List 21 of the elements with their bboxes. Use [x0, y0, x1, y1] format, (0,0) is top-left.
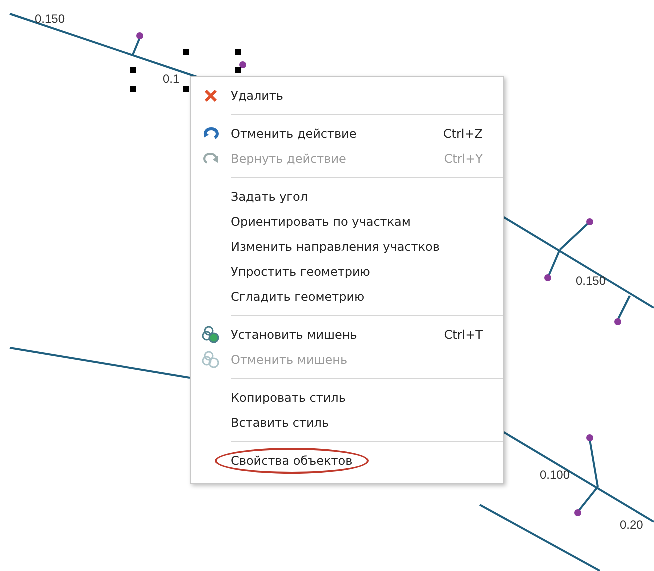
menu-item[interactable]: Упростить геометрию — [191, 259, 503, 284]
menu-item[interactable]: Копировать стиль — [191, 385, 503, 410]
target-icon — [202, 350, 220, 368]
dimension-label: 0.1 — [163, 72, 180, 86]
redo-icon — [203, 150, 219, 166]
dimension-label: 0.100 — [540, 468, 570, 482]
close-icon — [203, 88, 219, 104]
menu-item[interactable]: Удалить — [191, 83, 503, 108]
menu-item[interactable]: Ориентировать по участкам — [191, 209, 503, 234]
menu-item[interactable]: Вставить стиль — [191, 410, 503, 435]
dimension-label: 0.20 — [620, 518, 644, 532]
menu-item[interactable]: Изменить направления участков — [191, 234, 503, 259]
menu-item[interactable]: Сгладить геометрию — [191, 284, 503, 309]
undo-icon — [203, 126, 219, 142]
dimension-label: 0.150 — [35, 12, 66, 26]
menu-item[interactable]: Установить мишень Ctrl+T — [191, 322, 503, 347]
selection-handles[interactable] — [130, 49, 241, 92]
menu-item[interactable]: Отменить действие Ctrl+Z — [191, 121, 503, 146]
target-icon — [202, 326, 220, 344]
dimension-label: 0.150 — [576, 274, 606, 288]
menu-item[interactable]: Задать угол — [191, 184, 503, 209]
